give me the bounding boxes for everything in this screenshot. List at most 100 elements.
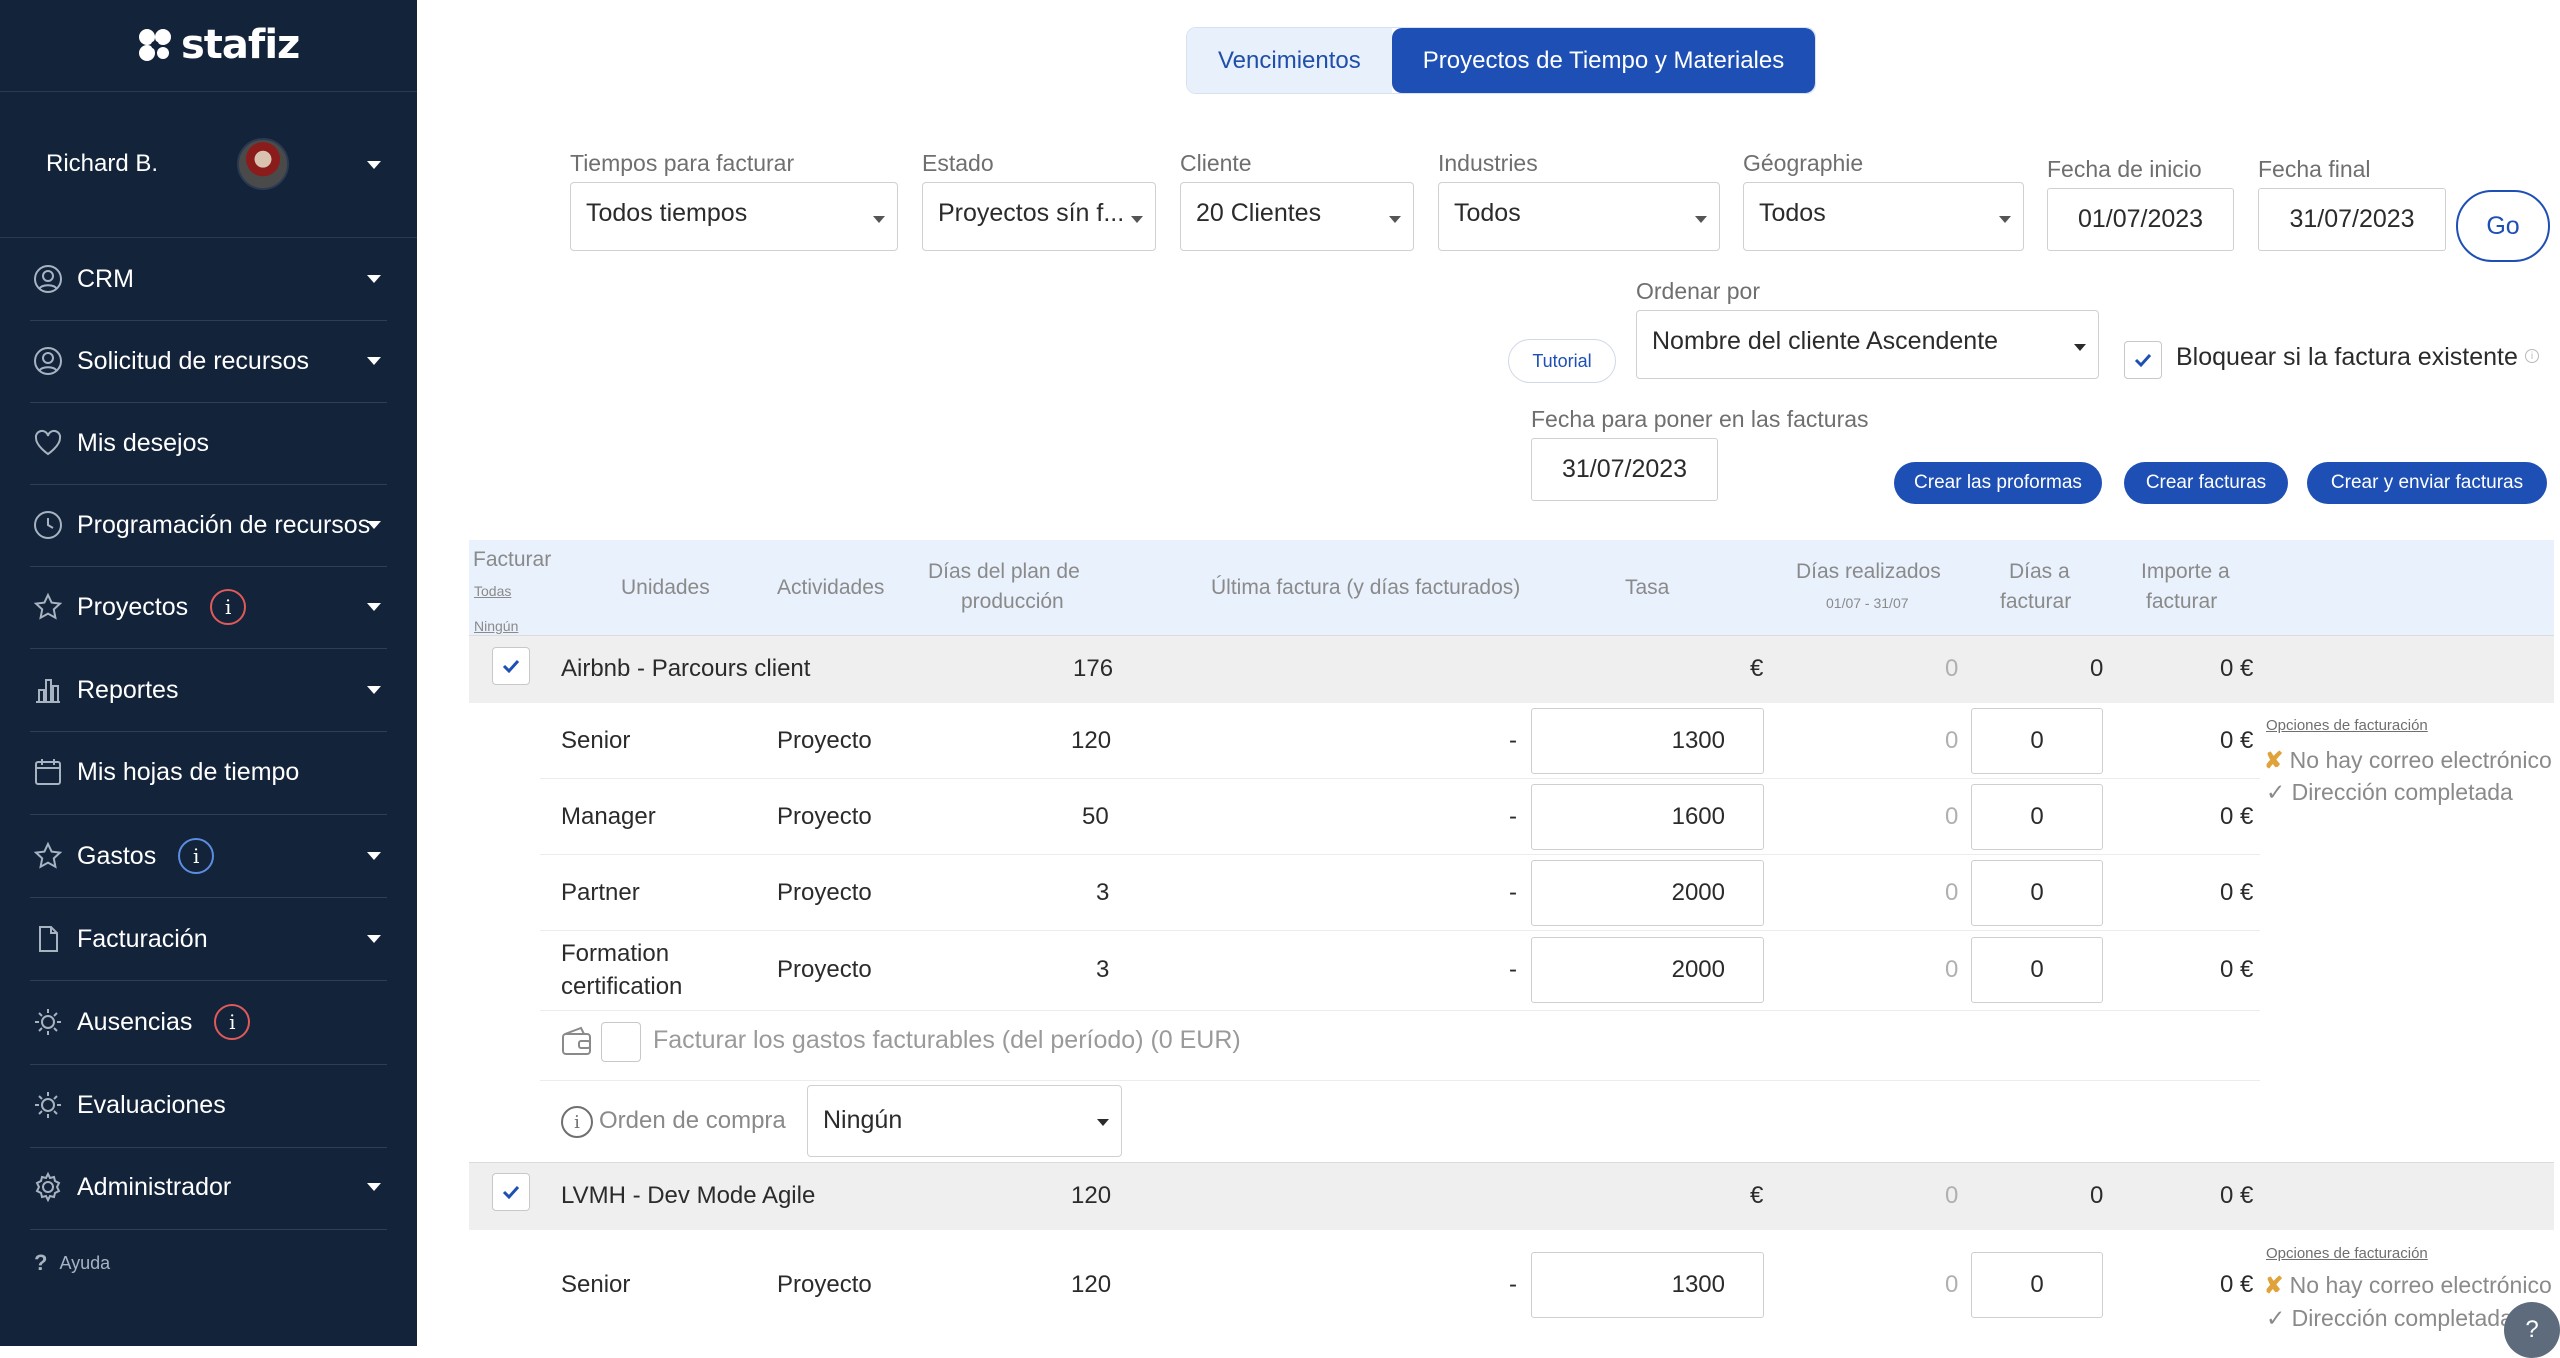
- rate-input[interactable]: 1600: [1531, 784, 1764, 850]
- tiempos-select[interactable]: Todos tiempos: [570, 182, 898, 251]
- project-plan-days: 176: [1073, 655, 1114, 682]
- plan-days: 120: [1071, 1271, 1112, 1298]
- tiempos-value: Todos tiempos: [586, 199, 748, 227]
- chevron-down-icon: [367, 1183, 381, 1191]
- sidebar-item-solicitud[interactable]: Solicitud de recursos: [30, 320, 387, 402]
- activity: Proyecto: [777, 803, 872, 830]
- last-invoice: -: [1509, 803, 1517, 830]
- sidebar-item-reportes[interactable]: Reportes: [30, 649, 387, 731]
- question-icon: ?: [2525, 1316, 2539, 1343]
- industrias-label: Industries: [1438, 150, 1538, 176]
- tab-vencimientos[interactable]: Vencimientos: [1187, 28, 1392, 93]
- days-to-bill-input[interactable]: 0: [1971, 860, 2103, 926]
- help-link[interactable]: ? Ayuda: [34, 1250, 110, 1276]
- sidebar-item-evaluaciones[interactable]: Evaluaciones: [30, 1064, 387, 1146]
- address-status: ✓ Dirección completada: [2266, 779, 2513, 806]
- gear-icon: [30, 1169, 66, 1205]
- activity: Proyecto: [777, 1271, 872, 1298]
- sidebar-item-programacion[interactable]: Programación de recursos: [30, 484, 387, 566]
- sidebar-item-desejos[interactable]: Mis desejos: [30, 402, 387, 484]
- fecha-inicio-input[interactable]: 01/07/2023: [2047, 188, 2234, 251]
- rate-input[interactable]: 1300: [1531, 708, 1764, 774]
- go-button[interactable]: Go: [2456, 190, 2550, 262]
- sidebar-item-crm[interactable]: CRM: [30, 238, 387, 320]
- fecha-final-input[interactable]: 31/07/2023: [2258, 188, 2446, 251]
- estado-select[interactable]: Proyectos sín f...: [922, 182, 1156, 251]
- avatar[interactable]: [237, 138, 289, 190]
- geographie-value: Todos: [1759, 199, 1826, 227]
- days-done: 0: [1945, 1271, 1959, 1298]
- purchase-order-select[interactable]: Ningún: [807, 1085, 1122, 1157]
- sidebar-item-facturacion[interactable]: Facturación: [30, 898, 387, 980]
- sidebar-item-administrador[interactable]: Administrador: [30, 1146, 387, 1228]
- bloquear-label: Bloquear si la factura existente: [2176, 343, 2518, 371]
- ordenar-value: Nombre del cliente Ascendente: [1652, 327, 1999, 355]
- rate-input[interactable]: 2000: [1531, 860, 1764, 926]
- no-email-text: No hay correo electrónico: [2289, 747, 2552, 773]
- info-icon[interactable]: i: [561, 1106, 593, 1138]
- select-all-link[interactable]: Todas: [474, 583, 511, 599]
- cliente-label: Cliente: [1180, 150, 1252, 176]
- crear-facturas-button[interactable]: Crear facturas: [2124, 462, 2288, 504]
- fecha-facturas-input[interactable]: 31/07/2023: [1531, 438, 1718, 501]
- sidebar-item-proyectos[interactable]: Proyectos i: [30, 566, 387, 648]
- app-logo[interactable]: stafiz: [135, 20, 300, 70]
- project-checkbox[interactable]: [492, 1173, 530, 1211]
- days-done: 0: [1945, 803, 1959, 830]
- ordenar-select[interactable]: Nombre del cliente Ascendente: [1636, 310, 2099, 379]
- tab-proyectos-tiempo-materiales[interactable]: Proyectos de Tiempo y Materiales: [1391, 28, 1816, 93]
- sidebar-item-label: Administrador: [77, 1172, 232, 1201]
- industrias-select[interactable]: Todos: [1438, 182, 1720, 251]
- billing-options-link[interactable]: Opciones de facturación: [2266, 717, 2428, 734]
- info-icon[interactable]: i: [214, 1004, 251, 1040]
- project-days-to-bill: 0: [2090, 1182, 2104, 1209]
- bloquear-checkbox[interactable]: [2124, 341, 2162, 379]
- days-to-bill-input[interactable]: 0: [1971, 1252, 2103, 1318]
- tutorial-button[interactable]: Tutorial: [1508, 339, 1616, 383]
- amount: 0 €: [2220, 803, 2254, 830]
- unit-name: Partner: [561, 879, 640, 906]
- amount: 0 €: [2220, 727, 2254, 754]
- days-to-bill-input[interactable]: 0: [1971, 708, 2103, 774]
- user-name[interactable]: Richard B.: [46, 150, 158, 178]
- cliente-select[interactable]: 20 Clientes: [1180, 182, 1414, 251]
- select-none-link[interactable]: Ningún: [474, 618, 518, 634]
- sidebar-item-hojas-de-tiempo[interactable]: Mis hojas de tiempo: [30, 731, 387, 813]
- billing-options-link[interactable]: Opciones de facturación: [2266, 1245, 2428, 1262]
- rate-input[interactable]: 1300: [1531, 1252, 1764, 1318]
- crear-proformas-button[interactable]: Crear las proformas: [1894, 462, 2102, 504]
- plan-days: 50: [1082, 803, 1109, 830]
- header-tasa: Tasa: [1625, 576, 1670, 599]
- star-icon: [30, 589, 66, 625]
- header-importe-2: facturar: [2146, 590, 2218, 613]
- days-to-bill-input[interactable]: 0: [1971, 937, 2103, 1003]
- project-checkbox[interactable]: [492, 647, 530, 685]
- project-currency: €: [1750, 655, 1764, 682]
- expenses-checkbox[interactable]: [601, 1022, 641, 1062]
- sun-icon: [30, 1087, 66, 1123]
- chevron-down-icon: [2074, 344, 2086, 351]
- chevron-down-icon: [873, 216, 885, 223]
- project-days-to-bill: 0: [2090, 655, 2104, 682]
- sidebar-item-ausencias[interactable]: Ausencias i: [30, 981, 387, 1063]
- amount: 0 €: [2220, 1271, 2254, 1298]
- row-divider: [540, 778, 2260, 779]
- header-dias-plan-2: producción: [961, 590, 1064, 613]
- project-amount: 0 €: [2220, 655, 2254, 682]
- geographie-select[interactable]: Todos: [1743, 182, 2024, 251]
- info-icon[interactable]: i: [178, 838, 215, 874]
- days-to-bill-input[interactable]: 0: [1971, 784, 2103, 850]
- crear-enviar-facturas-button[interactable]: Crear y enviar facturas: [2307, 462, 2547, 504]
- unit-name: Manager: [561, 803, 656, 830]
- unit-name-line-2: certification: [561, 973, 683, 1000]
- project-days-done: 0: [1945, 1182, 1959, 1209]
- info-icon[interactable]: i: [210, 589, 247, 625]
- row-divider: [540, 930, 2260, 931]
- user-menu-chevron-icon[interactable]: [367, 161, 381, 169]
- info-icon[interactable]: i: [2525, 349, 2539, 363]
- sidebar-item-label: Mis desejos: [77, 428, 209, 457]
- sidebar-item-gastos[interactable]: Gastos i: [30, 815, 387, 897]
- sidebar-item-label: Evaluaciones: [77, 1090, 226, 1119]
- rate-input[interactable]: 2000: [1531, 937, 1764, 1003]
- help-chat-button[interactable]: ?: [2504, 1302, 2560, 1358]
